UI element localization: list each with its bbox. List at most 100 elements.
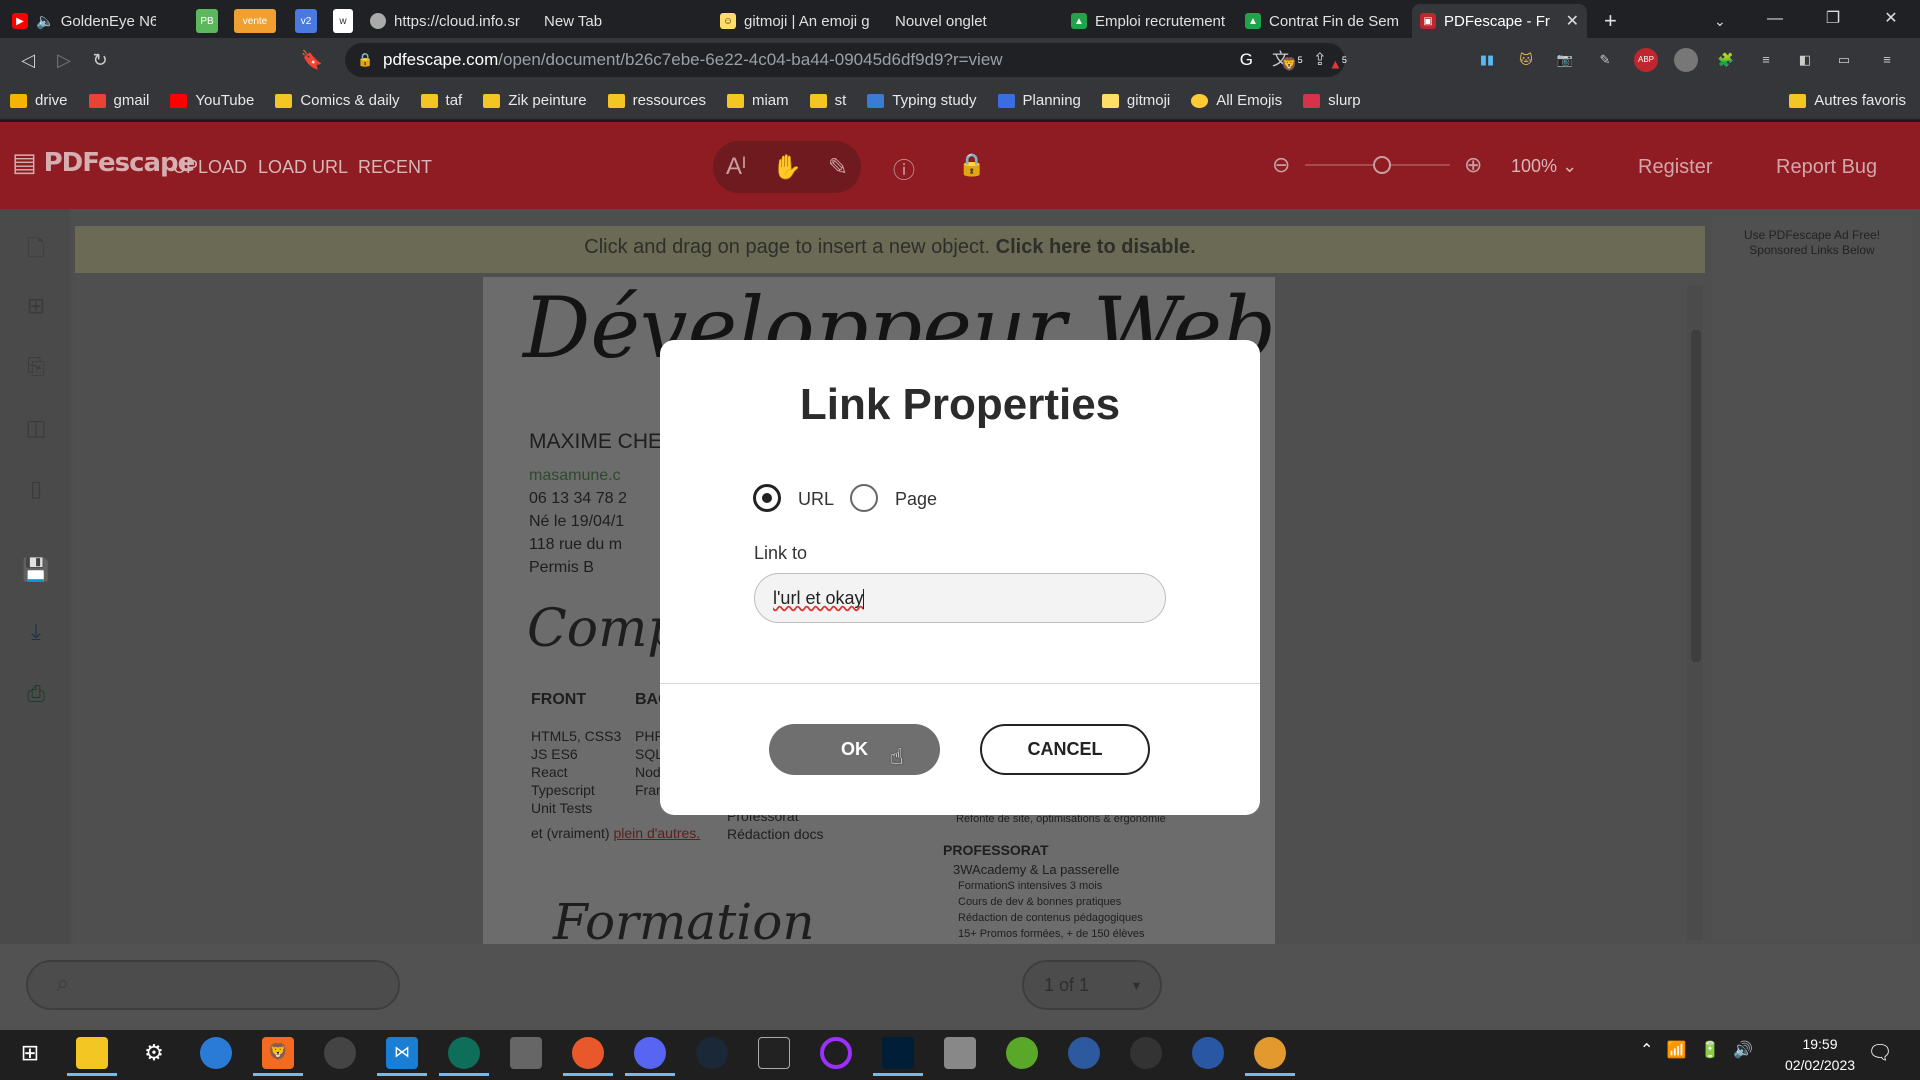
bookmark-youtube[interactable]: YouTube [170, 92, 254, 109]
tab-nouvel-onglet[interactable]: Nouvel onglet [887, 4, 1057, 38]
ok-button[interactable]: OK [769, 724, 940, 775]
zoom-select[interactable]: 100% ⌄ [1511, 156, 1577, 177]
page-radio-label[interactable]: Page [895, 489, 937, 510]
address-bar[interactable]: 🔒 pdfescape.com/open/document/b26c7ebe-6… [345, 43, 1345, 77]
info-icon[interactable]: ⓘ [893, 153, 915, 185]
s-app-icon[interactable] [1068, 1037, 1100, 1069]
add-page-icon[interactable]: ⊞ [22, 293, 50, 321]
sidebar-toggle-icon[interactable]: ◧ [1793, 48, 1817, 72]
recent-link[interactable]: RECENT [358, 157, 432, 178]
pen-extension-icon[interactable]: ✎ [1593, 48, 1617, 72]
minimize-icon[interactable]: — [1746, 0, 1804, 38]
hand-tool-icon[interactable]: ✋ [772, 153, 802, 182]
window-close-icon[interactable]: ✕ [1862, 0, 1920, 38]
steam-icon[interactable] [696, 1037, 728, 1069]
report-bug-link[interactable]: Report Bug [1776, 156, 1877, 179]
pdfescape-logo[interactable]: ▤ PDFescape [12, 148, 195, 178]
page-radio[interactable] [850, 484, 878, 512]
brave-icon[interactable]: 🦁 [253, 1037, 303, 1076]
obs-icon[interactable] [1130, 1037, 1162, 1069]
camera-extension-icon[interactable]: 📷 [1553, 48, 1577, 72]
close-tab-icon[interactable]: ✕ [1560, 11, 1579, 31]
cat-extension-icon[interactable]: 🐱 [1514, 48, 1538, 72]
bookmark-st[interactable]: st [809, 92, 846, 109]
bookmark-all-emojis[interactable]: All Emojis [1191, 92, 1282, 109]
download-icon[interactable]: ⤓ [22, 619, 50, 647]
system-tray[interactable]: ⌃ 📶 🔋 🔊 [1640, 1040, 1753, 1060]
adblock-icon[interactable]: ABP [1634, 48, 1658, 72]
bookmark-planning[interactable]: Planning [997, 92, 1081, 109]
tab-cloud[interactable]: https://cloud.info.sr [362, 4, 532, 38]
bookmark-drive[interactable]: drive [10, 92, 68, 109]
tab-pb[interactable]: PB [188, 4, 222, 38]
share-icon[interactable]: ⇪ [1313, 43, 1327, 77]
save-icon[interactable]: 💾 [22, 557, 50, 585]
bookmark-typing-study[interactable]: Typing study [867, 92, 977, 109]
brave-shields-icon[interactable]: 🦁5 [1280, 48, 1304, 72]
green-app-icon[interactable] [1006, 1037, 1038, 1069]
tab-search-chevron-icon[interactable]: ⌄ [1706, 4, 1742, 38]
puzzle-icon[interactable]: 🧩 [1714, 48, 1738, 72]
disable-notice-link[interactable]: Click here to disable. [996, 236, 1196, 258]
paint-app-icon[interactable] [944, 1037, 976, 1069]
orange-app-icon[interactable] [1245, 1037, 1295, 1076]
link-url-input[interactable]: l'url et okay [754, 573, 1166, 623]
blue-circle-app-icon[interactable] [1192, 1037, 1224, 1069]
text-tool-icon[interactable]: Aᴵ [726, 153, 746, 181]
upload-link[interactable]: UPLOAD [173, 157, 247, 178]
audio-icon[interactable]: 🔈 [36, 12, 55, 30]
circle-app-icon[interactable] [820, 1037, 852, 1069]
bookmark-miam[interactable]: miam [726, 92, 789, 109]
windows-start-icon[interactable]: ⊞ [14, 1037, 46, 1069]
brave-rewards-icon[interactable]: ▲5 [1326, 48, 1350, 72]
bookmark-zik-peinture[interactable]: Zik peinture [483, 92, 587, 109]
speed-extension-icon[interactable] [1674, 48, 1698, 72]
tools-app-icon[interactable] [510, 1037, 542, 1069]
google-icon[interactable]: G [1240, 43, 1253, 77]
epic-games-icon[interactable] [758, 1037, 790, 1069]
wallet-icon[interactable]: ▭ [1832, 48, 1856, 72]
bookmark-comics[interactable]: Comics & daily [275, 92, 400, 109]
bookmark-other[interactable]: Autres favoris [1789, 92, 1906, 109]
url-radio[interactable] [753, 484, 781, 512]
rotate-page-icon[interactable]: ⎘ [22, 354, 50, 382]
reload-icon[interactable]: ↻ [82, 50, 118, 71]
register-link[interactable]: Register [1638, 156, 1712, 179]
ad-free-link[interactable]: Use PDFescape Ad Free! [1712, 228, 1912, 243]
bookmark-page-icon[interactable]: ▯ [22, 476, 50, 504]
zoom-in-icon[interactable]: ⊕ [1464, 152, 1482, 178]
url-radio-label[interactable]: URL [798, 489, 834, 510]
tab-vente[interactable]: vente [226, 4, 278, 38]
discord-icon[interactable] [625, 1037, 675, 1076]
menu-icon[interactable]: ≡ [1875, 48, 1899, 72]
bookmark-icon[interactable]: 🔖 [294, 50, 330, 71]
document-icon[interactable]: 🗋 [22, 232, 50, 261]
zoom-out-icon[interactable]: ⊖ [1272, 152, 1290, 178]
tab-contrat[interactable]: ▲ Contrat Fin de Sem [1237, 4, 1407, 38]
alien-app-icon[interactable] [324, 1037, 356, 1069]
bookmark-ressources[interactable]: ressources [607, 92, 706, 109]
viewer-scroll-thumb[interactable] [1691, 330, 1701, 662]
tab-goldeneye[interactable]: ▶ 🔈 GoldenEye N64 [4, 4, 164, 38]
pencil-tool-icon[interactable]: ✎ [828, 153, 848, 182]
taskbar-clock[interactable]: 19:59 02/02/2023 [1780, 1034, 1860, 1076]
file-explorer-icon[interactable] [67, 1037, 117, 1076]
forward-icon[interactable]: ▷ [46, 50, 82, 71]
gitkraken-icon[interactable] [439, 1037, 489, 1076]
plus-icon[interactable]: + [1596, 4, 1632, 38]
ubuntu-icon[interactable] [563, 1037, 613, 1076]
settings-icon[interactable]: ⚙ [138, 1037, 170, 1069]
browser-app-icon[interactable] [200, 1037, 232, 1069]
page-select[interactable]: 1 of 1 ▾ [1022, 960, 1162, 1010]
bookmark-gitmoji[interactable]: gitmoji [1101, 92, 1170, 109]
tab-pdfescape[interactable]: ▣ PDFescape - Fr ✕ [1412, 4, 1587, 38]
photoshop-icon[interactable] [873, 1037, 923, 1076]
load-url-link[interactable]: LOAD URL [258, 157, 348, 178]
bookmark-taf[interactable]: taf [420, 92, 462, 109]
zoom-slider-knob[interactable] [1373, 156, 1391, 174]
restore-icon[interactable]: ❐ [1804, 0, 1862, 38]
tab-v2[interactable]: v2 [287, 4, 321, 38]
bookmark-gmail[interactable]: gmail [88, 92, 149, 109]
notifications-icon[interactable]: 🗨 [1864, 1037, 1896, 1069]
extension-bar-icon[interactable]: ▮▮ [1475, 48, 1499, 72]
